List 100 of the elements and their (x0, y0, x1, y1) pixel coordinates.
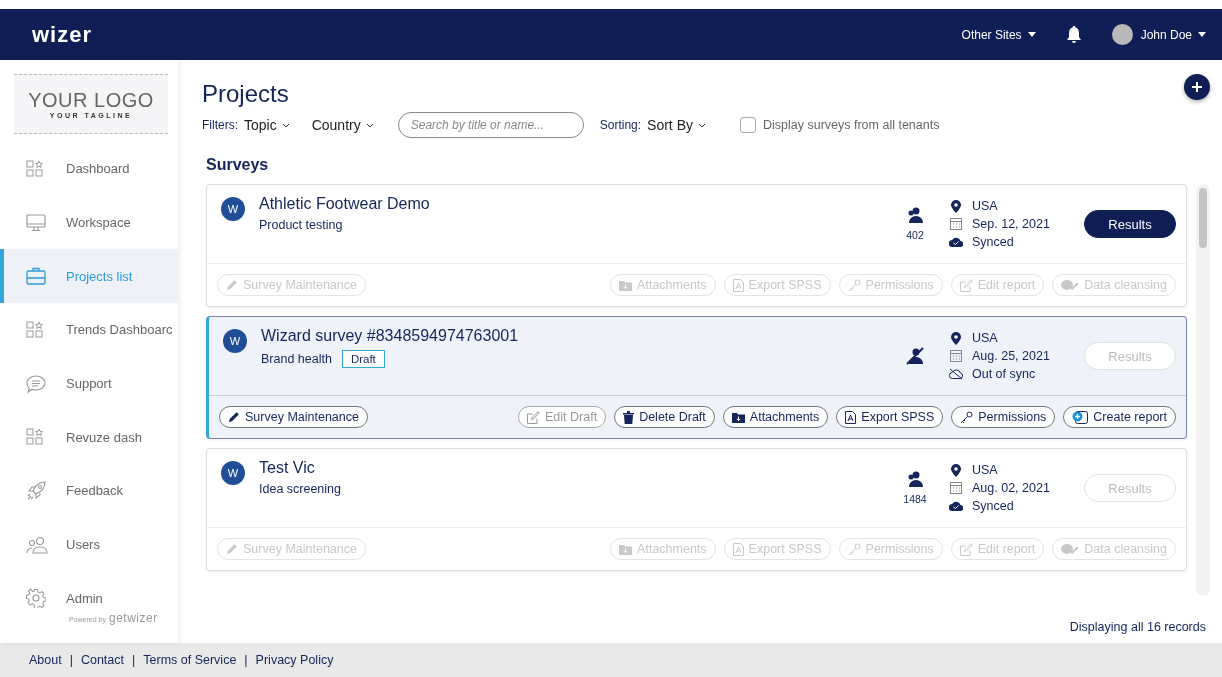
pencil-icon (226, 279, 238, 291)
survey-category: Product testing (259, 218, 343, 232)
survey-title: Athletic Footwear Demo (259, 195, 431, 213)
sidebar-item[interactable]: Trends Dashboarc (0, 303, 178, 357)
edit-icon (959, 278, 973, 292)
survey-title: Wizard survey #8348594974763001 (261, 327, 520, 345)
tenants-checkbox[interactable] (740, 117, 756, 133)
logo-title: YOUR LOGO (28, 89, 154, 112)
survey-date: Sep. 12, 2021 (972, 217, 1050, 231)
cloud-check-icon (949, 501, 963, 511)
action-button[interactable]: Delete Draft (614, 406, 715, 428)
action-button[interactable]: Permissions (951, 406, 1056, 428)
key-icon (847, 542, 861, 556)
chevron-down-icon (698, 122, 706, 128)
footer-link[interactable]: Contact (80, 653, 124, 667)
separator: | (132, 653, 136, 667)
calendar-icon (949, 482, 963, 494)
search-field[interactable]: Search by title or name... (397, 112, 584, 138)
calendar-icon (949, 350, 963, 362)
draft-tag: Draft (341, 350, 385, 368)
sidebar-item[interactable]: Users (0, 517, 178, 572)
sync-status: Synced (972, 235, 1014, 249)
respondents-icon (906, 471, 924, 487)
monitor-icon (26, 213, 46, 232)
folder-icon (619, 543, 633, 555)
sidebar-item[interactable]: Revuze dash (0, 410, 178, 465)
respondents-icon (906, 207, 924, 223)
sorting-label: Sorting: (599, 118, 642, 132)
chat-icon (26, 374, 46, 393)
sync-status: Synced (972, 499, 1014, 513)
survey-country: USA (972, 463, 998, 477)
edit-icon (527, 410, 540, 424)
user-menu[interactable]: John Doe (1140, 27, 1206, 42)
sidebar-item[interactable]: Support (0, 356, 178, 411)
survey-title: Test Vic (259, 459, 316, 477)
action-button[interactable]: Survey Maintenance (219, 406, 368, 428)
data-cleansing-icon (1061, 543, 1080, 555)
results-button[interactable]: Results (1084, 210, 1176, 238)
separator: | (244, 653, 248, 667)
location-pin-icon (949, 331, 963, 345)
grid-icon (26, 320, 44, 339)
filters-label: Filters: (202, 118, 238, 132)
sort-dropdown[interactable]: Sort By (647, 117, 706, 133)
action-button[interactable]: Export SPSS (836, 406, 944, 428)
grid-icon (26, 159, 44, 178)
survey-date: Aug. 25, 2021 (972, 349, 1050, 363)
sidebar-item[interactable]: Feedback (0, 464, 178, 518)
survey-country: USA (972, 331, 998, 345)
action-button[interactable]: Create report (1063, 406, 1176, 428)
scrollbar[interactable] (1196, 184, 1210, 596)
survey-avatar: W (221, 461, 245, 485)
action-button[interactable]: Attachments (722, 406, 829, 428)
tenants-label: Display surveys from all tenants (763, 118, 940, 132)
cloud-check-icon (949, 237, 963, 247)
document-icon (845, 410, 857, 424)
grid-icon (26, 428, 44, 447)
pencil-icon (226, 543, 238, 555)
survey-category: Idea screening (259, 482, 341, 496)
calendar-icon (949, 218, 963, 230)
add-button[interactable] (1184, 74, 1210, 100)
filter-dropdown[interactable]: Country (311, 117, 374, 133)
respondent-count: 402 (906, 229, 924, 241)
location-pin-icon (949, 199, 963, 213)
key-icon (960, 410, 974, 424)
caret-icon (1027, 32, 1036, 37)
location-pin-icon (949, 463, 963, 477)
footer-link[interactable]: Terms of Service (143, 653, 237, 667)
section-title: Surveys (206, 156, 270, 174)
key-icon (847, 278, 861, 292)
survey-avatar: W (221, 197, 245, 221)
survey-country: USA (972, 199, 998, 213)
respondents-off-icon (905, 347, 925, 365)
pencil-icon (228, 411, 240, 423)
sidebar-item[interactable]: Workspace (0, 195, 178, 250)
user-avatar[interactable] (1111, 24, 1133, 45)
survey-avatar: W (223, 329, 247, 353)
sidebar-item[interactable]: Dashboard (0, 142, 178, 196)
brand-logo: getwizer (108, 611, 158, 626)
footer-link[interactable]: About (29, 653, 62, 667)
data-cleansing-icon (1061, 279, 1080, 291)
users-icon (26, 535, 48, 554)
survey-category: Brand health (261, 352, 332, 366)
plus-icon (1191, 81, 1203, 93)
trash-icon (623, 410, 635, 424)
cloud-off-icon (949, 368, 963, 380)
chevron-down-icon (365, 122, 374, 128)
document-icon (732, 542, 744, 556)
footer-link[interactable]: Privacy Policy (255, 653, 334, 667)
other-sites-dropdown[interactable]: Other Sites (961, 27, 1036, 42)
caret-icon (1198, 32, 1206, 37)
records-count: Displaying all 16 records (1069, 620, 1206, 634)
settings-icon (26, 588, 46, 609)
folder-icon (619, 279, 633, 291)
filter-dropdown[interactable]: Topic (244, 117, 290, 133)
folder-icon (731, 411, 745, 423)
bell-icon[interactable] (1065, 25, 1082, 44)
sync-status: Out of sync (972, 367, 1036, 381)
survey-date: Aug. 02, 2021 (972, 481, 1050, 495)
page-title: Projects (202, 80, 289, 108)
chevron-down-icon (281, 122, 290, 128)
